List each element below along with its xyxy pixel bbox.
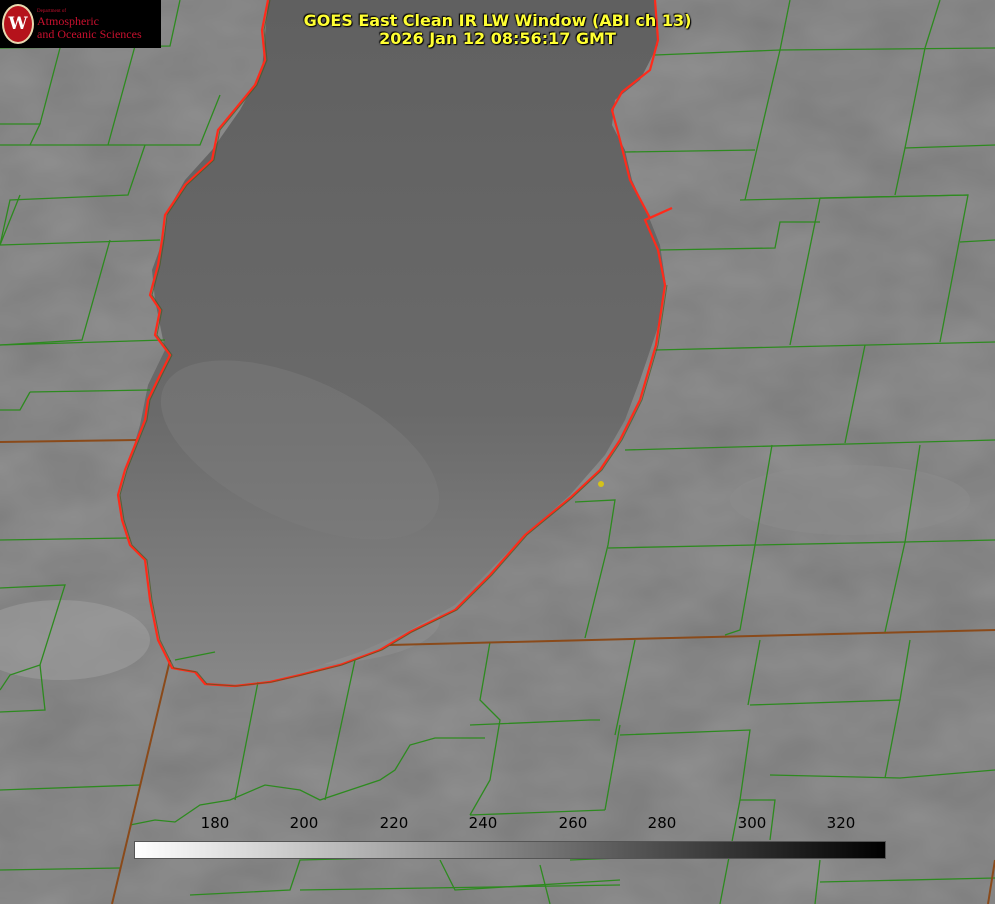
colorbar-tick-label: 180 bbox=[200, 814, 230, 832]
ir-satellite-map bbox=[0, 0, 995, 904]
colorbar-tick-labels: 180 200 220 240 260 280 300 320 bbox=[0, 814, 995, 834]
image-title: GOES East Clean IR LW Window (ABI ch 13)… bbox=[280, 12, 715, 48]
colorbar-tick-label: 200 bbox=[289, 814, 319, 832]
colorbar-tick-label: 240 bbox=[468, 814, 498, 832]
logo-text: Department of Atmospheric and Oceanic Sc… bbox=[37, 8, 142, 41]
temperature-colorbar bbox=[134, 841, 886, 859]
uw-seal-icon: W bbox=[2, 4, 34, 44]
title-product: GOES East Clean IR LW Window (ABI ch 13) bbox=[303, 11, 692, 30]
colorbar-tick-label: 320 bbox=[826, 814, 856, 832]
colorbar-tick-label: 260 bbox=[558, 814, 588, 832]
bright-cloud-patch-east bbox=[730, 465, 970, 535]
colorbar-tick-label: 220 bbox=[379, 814, 409, 832]
logo-line-1: Atmospheric bbox=[37, 13, 99, 28]
colorbar-tick-label: 280 bbox=[647, 814, 677, 832]
location-marker bbox=[598, 481, 604, 487]
title-timestamp: 2026 Jan 12 08:56:17 GMT bbox=[379, 29, 616, 48]
aos-logo: W Department of Atmospheric and Oceanic … bbox=[0, 0, 161, 48]
colorbar-tick-label: 300 bbox=[737, 814, 767, 832]
satellite-image-viewer: W Department of Atmospheric and Oceanic … bbox=[0, 0, 995, 904]
logo-line-2: and Oceanic Sciences bbox=[37, 26, 142, 41]
